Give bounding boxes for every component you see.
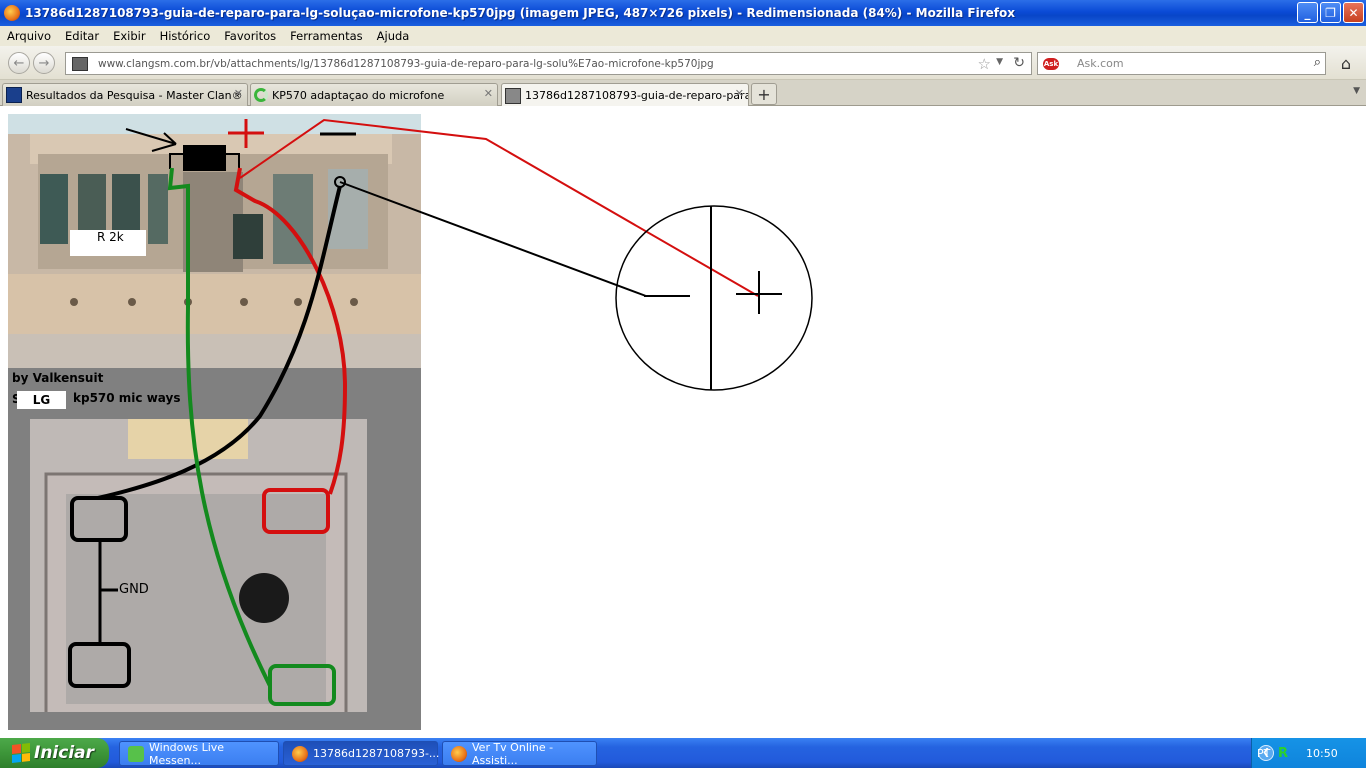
tab-close-icon[interactable]: ✕ xyxy=(484,87,493,100)
search-bar[interactable]: Ask Ask.com ⌕ xyxy=(1037,52,1326,75)
loading-throbber-icon xyxy=(254,88,268,102)
url-text[interactable]: www.clangsm.com.br/vb/attachments/lg/137… xyxy=(98,58,714,70)
negative-pad-box xyxy=(70,496,128,542)
reload-icon[interactable]: ↻ xyxy=(1013,55,1025,71)
menu-exibir[interactable]: Exibir xyxy=(106,29,153,43)
tray-app-icon[interactable]: R xyxy=(1278,746,1288,761)
menu-favoritos[interactable]: Favoritos xyxy=(217,29,283,43)
brand-box: LG xyxy=(17,391,66,409)
resistor-label: R 2k xyxy=(70,230,146,256)
tab-label: KP570 adaptaçao do microfone xyxy=(272,88,445,102)
back-button[interactable]: ← xyxy=(8,52,30,74)
ground-link xyxy=(98,540,118,644)
ask-engine-icon[interactable]: Ask xyxy=(1043,57,1059,70)
messenger-icon xyxy=(128,745,144,762)
tab-bar: Resultados da Pesquisa - Master Clan® ✕ … xyxy=(0,80,1366,107)
menu-ferramentas[interactable]: Ferramentas xyxy=(283,29,369,43)
firefox-icon xyxy=(4,5,20,21)
windows-flag-icon xyxy=(12,743,30,763)
taskbar-item-firefox-tv[interactable]: Ver Tv Online - Assisti... xyxy=(442,740,597,767)
wiring-diagram xyxy=(68,118,813,706)
minimize-button[interactable]: _ xyxy=(1297,2,1318,23)
title-bar: 13786d1287108793-guia-de-reparo-para-lg-… xyxy=(0,0,1366,26)
firefox-icon xyxy=(451,745,467,762)
image-favicon-icon xyxy=(505,87,521,104)
credit-text: by Valkensuit xyxy=(12,371,104,385)
search-icon[interactable]: ⌕ xyxy=(1314,55,1321,70)
site-favicon-icon xyxy=(72,56,88,71)
taskbar: Iniciar Windows Live Messen... 13786d128… xyxy=(0,738,1366,768)
language-indicator[interactable]: PT xyxy=(1257,747,1270,760)
tab-current-image[interactable]: 13786d1287108793-guia-de-reparo-para-...… xyxy=(501,83,749,107)
taskbar-item-messenger[interactable]: Windows Live Messen... xyxy=(119,740,279,767)
image-viewport: R 2k by Valkensuit S LG kp570 mic ways G… xyxy=(0,106,1366,738)
resistor-arrow xyxy=(125,128,177,152)
menu-arquivo[interactable]: Arquivo xyxy=(0,29,58,43)
close-button[interactable]: ✕ xyxy=(1343,2,1364,23)
tab-label: 13786d1287108793-guia-de-reparo-para-... xyxy=(525,89,748,102)
positive-wire xyxy=(233,167,348,495)
menu-editar[interactable]: Editar xyxy=(58,29,106,43)
capsule-circle xyxy=(615,205,813,391)
bookmark-star-icon[interactable]: ☆ xyxy=(978,55,991,73)
clock[interactable]: 10:50 xyxy=(1306,747,1338,760)
tab-search-results[interactable]: Resultados da Pesquisa - Master Clan® ✕ xyxy=(2,83,248,106)
ground-pad-box-2 xyxy=(268,664,336,706)
start-button[interactable]: Iniciar xyxy=(0,738,109,768)
list-all-tabs-icon[interactable]: ▼ xyxy=(1353,86,1360,96)
forward-button[interactable]: → xyxy=(33,52,55,74)
tab-close-icon[interactable]: ✕ xyxy=(735,87,744,100)
tab-kp570-adaptacao[interactable]: KP570 adaptaçao do microfone ✕ xyxy=(250,83,498,106)
search-placeholder[interactable]: Ask.com xyxy=(1077,57,1124,70)
capsule-positive-mark xyxy=(736,271,782,314)
master-clan-favicon-icon xyxy=(6,87,22,103)
gnd-label: GND xyxy=(119,582,149,597)
start-label: Iniciar xyxy=(34,743,95,763)
taskbar-item-firefox-image[interactable]: 13786d1287108793-... xyxy=(283,741,440,766)
menu-bar: Arquivo Editar Exibir Histórico Favorito… xyxy=(0,26,1366,46)
positive-pad-box xyxy=(262,488,330,534)
taskbar-item-label: Windows Live Messen... xyxy=(149,740,225,767)
negative-wire-to-capsule xyxy=(339,181,647,297)
ground-wire xyxy=(167,167,272,687)
caption-text: kp570 mic ways xyxy=(73,391,181,405)
home-icon[interactable]: ⌂ xyxy=(1333,52,1359,75)
url-bar[interactable]: www.clangsm.com.br/vb/attachments/lg/137… xyxy=(65,52,1032,75)
tab-close-icon[interactable]: ✕ xyxy=(234,87,243,100)
resistor-shape xyxy=(183,145,226,171)
navigation-toolbar: ← → www.clangsm.com.br/vb/attachments/lg… xyxy=(0,46,1366,80)
window-controls: _ ❐ ✕ xyxy=(1297,2,1364,23)
firefox-icon xyxy=(292,745,308,762)
url-history-dropdown-icon[interactable]: ▼ xyxy=(996,57,1003,67)
taskbar-item-label: 13786d1287108793-... xyxy=(313,747,440,760)
taskbar-item-label: Ver Tv Online - Assisti... xyxy=(472,740,554,767)
new-tab-button[interactable]: + xyxy=(751,83,777,105)
maximize-button[interactable]: ❐ xyxy=(1320,2,1341,23)
menu-historico[interactable]: Histórico xyxy=(153,29,218,43)
ground-pad-box xyxy=(68,642,131,688)
positive-mark xyxy=(228,119,264,148)
menu-ajuda[interactable]: Ajuda xyxy=(370,29,417,43)
window-title: 13786d1287108793-guia-de-reparo-para-lg-… xyxy=(25,6,1015,20)
tab-label: Resultados da Pesquisa - Master Clan® xyxy=(26,88,243,102)
